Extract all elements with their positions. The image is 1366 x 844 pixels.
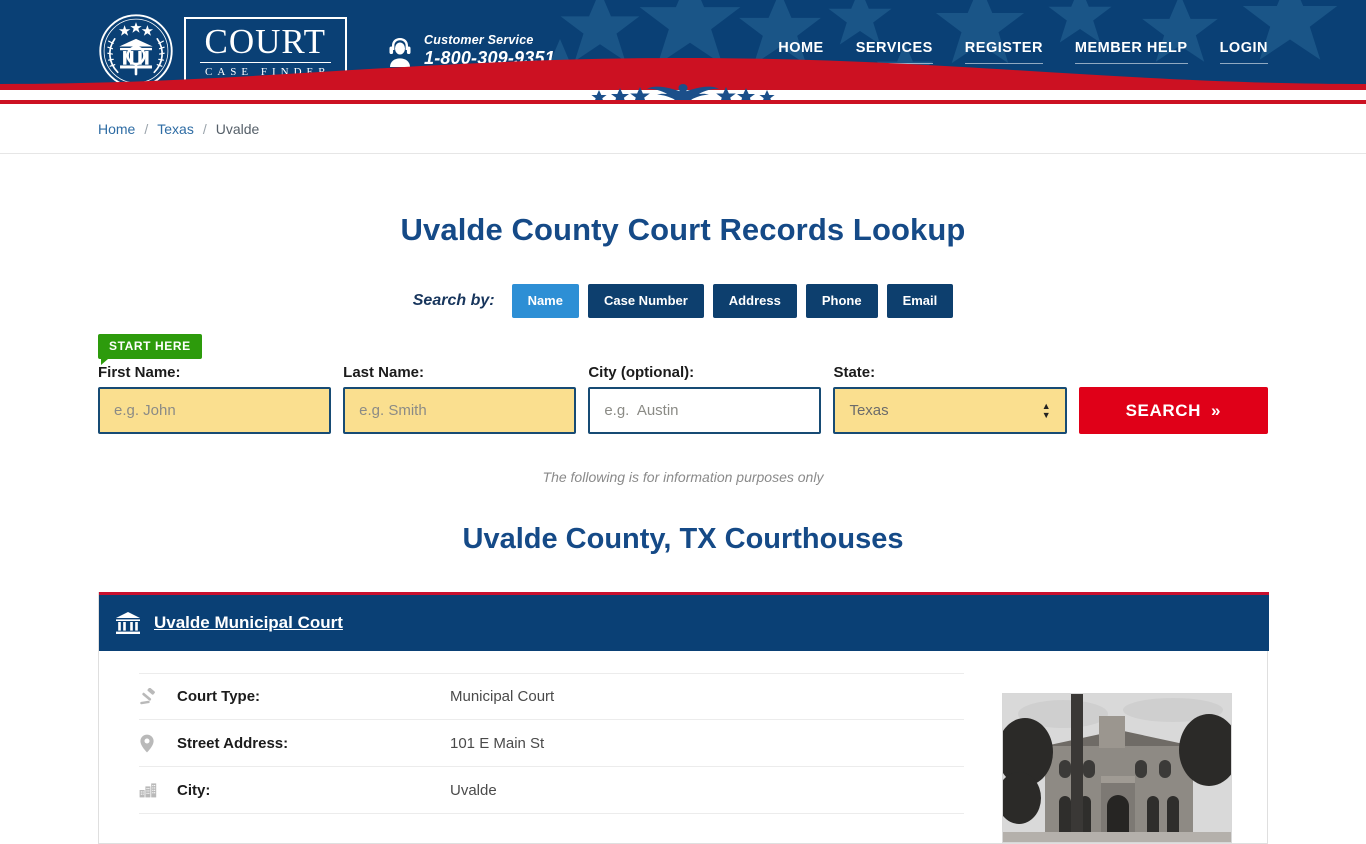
search-button[interactable]: SEARCH » xyxy=(1078,387,1268,434)
street-address-label: Street Address: xyxy=(177,734,289,752)
map-pin-icon xyxy=(139,734,177,753)
city-field-group: City (optional): xyxy=(588,364,822,434)
search-by-label: Search by: xyxy=(412,292,495,309)
table-row: Court Type: Municipal Court xyxy=(139,673,964,720)
search-by-tabs: Search by: Name Case Number Address Phon… xyxy=(98,284,1268,318)
table-row: City: Uvalde xyxy=(139,767,964,814)
main-content: Uvalde County Court Records Lookup Searc… xyxy=(98,212,1269,844)
state-select-value: Texas xyxy=(849,402,889,419)
breadcrumb-item-texas[interactable]: Texas xyxy=(157,121,194,137)
customer-service-label: Customer Service xyxy=(424,33,534,47)
street-address-value: 101 E Main St xyxy=(450,734,545,752)
start-here-badge: START HERE xyxy=(98,334,202,365)
search-form: START HERE First Name: Last Name: City (… xyxy=(98,334,1268,434)
chevron-right-double-icon: » xyxy=(1210,400,1222,420)
court-type-label: Court Type: xyxy=(177,688,261,705)
breadcrumb-item-home[interactable]: Home xyxy=(98,121,135,137)
tab-phone[interactable]: Phone xyxy=(805,284,878,318)
first-name-label: First Name: xyxy=(98,364,181,381)
page-title: Uvalde County Court Records Lookup xyxy=(400,212,966,247)
city-input[interactable] xyxy=(588,387,822,434)
first-name-field-group: First Name: xyxy=(98,364,332,434)
courthouse-photo-wrap xyxy=(964,673,1269,843)
breadcrumb: Home / Texas / Uvalde xyxy=(98,104,1268,154)
city-value: Uvalde xyxy=(450,781,497,799)
breadcrumb-bar: Home / Texas / Uvalde xyxy=(0,104,1366,154)
city-label: City (optional): xyxy=(588,364,695,381)
court-card-header: Uvalde Municipal Court xyxy=(99,595,1269,651)
tab-address[interactable]: Address xyxy=(712,284,797,318)
state-label: State: xyxy=(833,364,876,381)
breadcrumb-separator: / xyxy=(144,121,149,137)
breadcrumb-separator: / xyxy=(202,121,207,137)
tab-case-number[interactable]: Case Number xyxy=(587,284,704,318)
last-name-input[interactable] xyxy=(343,387,577,434)
site-header: COURT CASE FINDER Customer Service 1-800… xyxy=(0,0,1366,100)
chevron-updown-icon: ▲ ▼ xyxy=(1041,401,1051,420)
courthouses-section-title: Uvalde County, TX Courthouses xyxy=(462,523,904,555)
court-card-body: Court Type: Municipal Court Street Addre… xyxy=(99,651,1269,843)
court-name-link[interactable]: Uvalde Municipal Court xyxy=(154,613,343,633)
bank-building-icon xyxy=(116,612,140,634)
search-fields-row: First Name: Last Name: City (optional): … xyxy=(98,334,1268,434)
court-card: Uvalde Municipal Court Court Type: Munic… xyxy=(98,592,1269,844)
breadcrumb-item-uvalde: Uvalde xyxy=(215,121,260,137)
information-purposes-note: The following is for information purpose… xyxy=(542,469,824,485)
tab-name[interactable]: Name xyxy=(511,284,579,318)
state-field-group: State: Texas ▲ ▼ xyxy=(833,364,1067,434)
tab-email[interactable]: Email xyxy=(886,284,954,318)
last-name-field-group: Last Name: xyxy=(343,364,577,434)
table-row: Street Address: 101 E Main St xyxy=(139,720,964,767)
court-type-value: Municipal Court xyxy=(450,688,555,705)
patriotic-wave-banner xyxy=(0,58,1366,100)
header-red-rule xyxy=(0,100,1366,104)
courthouse-photo xyxy=(1001,693,1232,843)
search-button-label: SEARCH xyxy=(1125,400,1201,420)
logo-main-text: COURT xyxy=(204,21,327,61)
court-detail-rows: Court Type: Municipal Court Street Addre… xyxy=(99,673,964,843)
first-name-input[interactable] xyxy=(98,387,332,434)
city-buildings-icon xyxy=(139,782,177,798)
city-value-label: City: xyxy=(177,781,211,799)
last-name-label: Last Name: xyxy=(343,364,425,381)
gavel-icon xyxy=(139,687,177,706)
state-select[interactable]: Texas ▲ ▼ xyxy=(833,387,1067,434)
